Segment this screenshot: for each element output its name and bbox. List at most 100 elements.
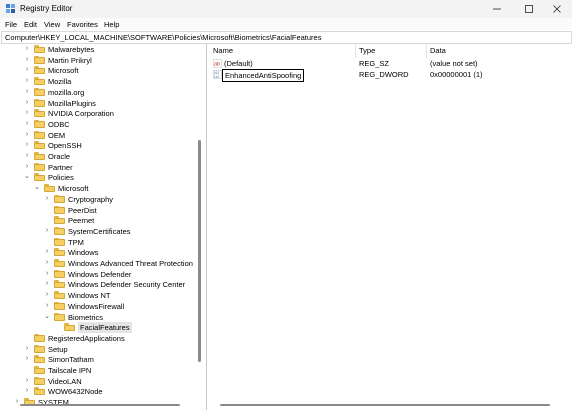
tree-horizontal-scrollbar[interactable] bbox=[20, 404, 180, 406]
tree-item[interactable]: › Setup bbox=[2, 344, 202, 355]
chevron-right-icon[interactable]: › bbox=[44, 248, 50, 255]
folder-icon bbox=[34, 162, 45, 171]
value-type: REG_DWORD bbox=[359, 70, 409, 79]
tree-item[interactable]: › Windows Defender Security Center bbox=[2, 279, 202, 290]
tree-item[interactable]: › Partner bbox=[2, 162, 202, 173]
tree-item-label: OpenSSH bbox=[48, 141, 82, 151]
chevron-right-icon[interactable]: › bbox=[44, 291, 50, 298]
chevron-right-icon[interactable]: › bbox=[24, 120, 30, 127]
maximize-button[interactable] bbox=[514, 0, 544, 18]
tree-item[interactable]: › Microsoft bbox=[2, 65, 202, 76]
tree-item[interactable]: › SYSTEM bbox=[2, 397, 202, 408]
tree-item[interactable]: › Oracle bbox=[2, 151, 202, 162]
chevron-right-icon[interactable]: › bbox=[24, 163, 30, 170]
address-bar[interactable]: Computer\HKEY_LOCAL_MACHINE\SOFTWARE\Pol… bbox=[1, 31, 572, 44]
chevron-right-icon[interactable]: › bbox=[24, 88, 30, 95]
close-button[interactable] bbox=[542, 0, 572, 18]
key-tree[interactable]: › Malwarebytes › Martin Prikryl › Microsoft › M… bbox=[2, 44, 207, 410]
chevron-right-icon[interactable]: › bbox=[24, 77, 30, 84]
tree-item[interactable]: › Windows Advanced Threat Protection bbox=[2, 258, 202, 269]
menu-file[interactable]: File bbox=[5, 20, 17, 29]
tree-item[interactable]: › Cryptography bbox=[2, 194, 202, 205]
chevron-down-icon[interactable]: ⌄ bbox=[44, 313, 50, 320]
folder-icon bbox=[34, 333, 45, 342]
tree-item[interactable]: FacialFeatures bbox=[2, 322, 202, 334]
chevron-right-icon[interactable]: › bbox=[44, 302, 50, 309]
chevron-right-icon[interactable]: › bbox=[44, 227, 50, 234]
chevron-right-icon[interactable]: › bbox=[24, 131, 30, 138]
tree-item[interactable]: › VideoLAN bbox=[2, 376, 202, 387]
column-header-type[interactable]: Type bbox=[359, 46, 375, 55]
chevron-down-icon[interactable]: ⌄ bbox=[24, 173, 30, 180]
tree-vertical-scrollbar[interactable] bbox=[198, 140, 201, 362]
tree-item[interactable]: RegisteredApplications bbox=[2, 333, 202, 344]
tree-item[interactable]: › WindowsFirewall bbox=[2, 301, 202, 312]
tree-item[interactable]: › ODBC bbox=[2, 119, 202, 130]
tree-item-label: WindowsFirewall bbox=[68, 301, 125, 311]
tree-item-label: Windows bbox=[68, 248, 99, 258]
tree-item[interactable]: › Martin Prikryl bbox=[2, 55, 202, 66]
tree-item-label: Windows Defender Security Center bbox=[68, 280, 186, 290]
value-row[interactable]: ab (Default) REG_SZ (value not set) bbox=[209, 58, 564, 69]
address-path[interactable]: Computer\HKEY_LOCAL_MACHINE\SOFTWARE\Pol… bbox=[5, 33, 321, 42]
chevron-right-icon[interactable]: › bbox=[24, 56, 30, 63]
values-list[interactable]: Name Type Data ab (Default) REG_SZ (value n… bbox=[209, 44, 570, 410]
chevron-right-icon[interactable]: › bbox=[24, 377, 30, 384]
folder-icon bbox=[34, 119, 45, 128]
tree-item[interactable]: Tailscale IPN bbox=[2, 365, 202, 376]
chevron-right-icon[interactable]: › bbox=[24, 152, 30, 159]
tree-item[interactable]: › Malwarebytes bbox=[2, 44, 202, 55]
menu-edit[interactable]: Edit bbox=[24, 20, 37, 29]
tree-item[interactable]: › WOW6432Node bbox=[2, 386, 202, 397]
tree-item-label: SimonTatham bbox=[48, 355, 94, 365]
tree-item[interactable]: › SystemCertificates bbox=[2, 226, 202, 237]
chevron-down-icon[interactable]: ⌄ bbox=[34, 184, 40, 191]
column-divider[interactable] bbox=[426, 44, 427, 58]
menu-help[interactable]: Help bbox=[104, 20, 119, 29]
tree-item-label: TPM bbox=[68, 237, 84, 247]
tree-item[interactable]: TPM bbox=[2, 237, 202, 248]
tree-item[interactable]: ⌄ Microsoft bbox=[2, 183, 202, 194]
folder-icon bbox=[54, 248, 65, 257]
tree-item[interactable]: › mozilla.org bbox=[2, 87, 202, 98]
chevron-right-icon[interactable]: › bbox=[24, 66, 30, 73]
tree-item-label: SystemCertificates bbox=[68, 226, 131, 236]
value-name-rename-field[interactable]: EnhancedAntiSpoofing bbox=[222, 69, 305, 82]
chevron-right-icon[interactable]: › bbox=[24, 387, 30, 394]
menu-favorites[interactable]: Favorites bbox=[67, 20, 98, 29]
value-row[interactable]: 011 110 EnhancedAntiSpoofing REG_DWORD 0x000… bbox=[209, 69, 564, 82]
tree-item-label: PeerDist bbox=[68, 205, 97, 215]
values-horizontal-scrollbar[interactable] bbox=[220, 404, 550, 406]
tree-item[interactable]: PeerDist bbox=[2, 205, 202, 216]
tree-item-label: Partner bbox=[48, 162, 73, 172]
tree-item[interactable]: ⌄ Biometrics bbox=[2, 312, 202, 323]
column-header-data[interactable]: Data bbox=[430, 46, 446, 55]
tree-item[interactable]: › OEM bbox=[2, 130, 202, 141]
chevron-right-icon[interactable]: › bbox=[44, 195, 50, 202]
chevron-right-icon[interactable]: › bbox=[44, 259, 50, 266]
chevron-right-icon[interactable]: › bbox=[44, 280, 50, 287]
tree-item[interactable]: ⌄ Policies bbox=[2, 172, 202, 183]
chevron-right-icon[interactable]: › bbox=[24, 99, 30, 106]
chevron-right-icon[interactable]: › bbox=[24, 109, 30, 116]
chevron-right-icon[interactable]: › bbox=[24, 141, 30, 148]
tree-item-label: MozillaPlugins bbox=[48, 98, 96, 108]
tree-item[interactable]: › SimonTatham bbox=[2, 354, 202, 365]
chevron-right-icon[interactable]: › bbox=[24, 45, 30, 52]
column-divider[interactable] bbox=[355, 44, 356, 58]
column-header-name[interactable]: Name bbox=[213, 46, 233, 55]
minimize-button[interactable] bbox=[482, 0, 512, 18]
tree-item[interactable]: › Mozilla bbox=[2, 76, 202, 87]
tree-item-label: Malwarebytes bbox=[48, 45, 95, 54]
chevron-right-icon[interactable]: › bbox=[44, 270, 50, 277]
tree-item[interactable]: › NVIDIA Corporation bbox=[2, 108, 202, 119]
tree-item[interactable]: › MozillaPlugins bbox=[2, 98, 202, 109]
menu-view[interactable]: View bbox=[44, 20, 60, 29]
chevron-right-icon[interactable]: › bbox=[24, 355, 30, 362]
tree-item[interactable]: Peernet bbox=[2, 215, 202, 226]
tree-item[interactable]: › Windows bbox=[2, 247, 202, 258]
tree-item[interactable]: › Windows Defender bbox=[2, 269, 202, 280]
tree-item[interactable]: › OpenSSH bbox=[2, 140, 202, 151]
tree-item[interactable]: › Windows NT bbox=[2, 290, 202, 301]
chevron-right-icon[interactable]: › bbox=[24, 345, 30, 352]
